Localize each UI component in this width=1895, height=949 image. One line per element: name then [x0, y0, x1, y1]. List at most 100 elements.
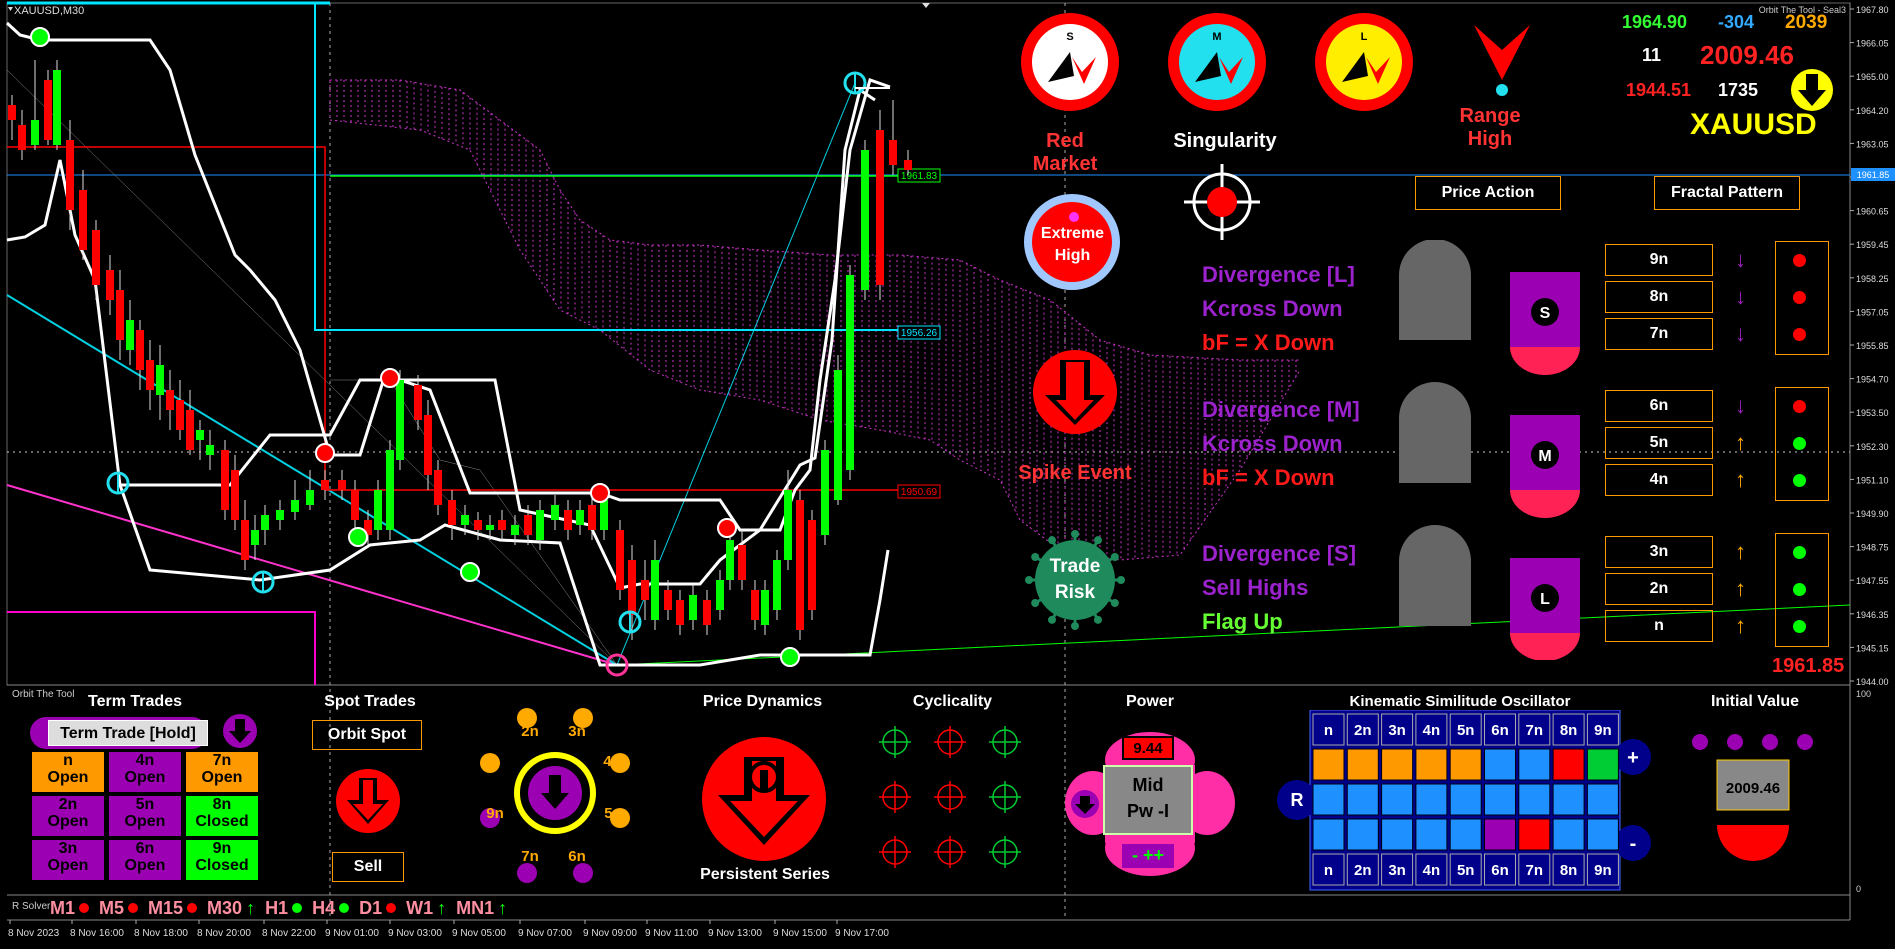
kso-header: 5n: [1457, 722, 1475, 739]
svg-text:6n: 6n: [568, 848, 586, 865]
big-price-label: 1961.85: [1772, 655, 1845, 677]
timeframe-w1[interactable]: W1 ↑: [406, 898, 446, 919]
candle-body: [276, 510, 284, 520]
kso-cell: [1449, 748, 1482, 781]
kso-header: 6n: [1491, 722, 1509, 739]
arrow-down-icon: ↓: [1735, 321, 1746, 346]
candle-body: [861, 150, 869, 290]
arrow-down-icon: ↓: [1735, 284, 1746, 309]
candle-body: [486, 525, 494, 530]
cyclicality-title: Cyclicality: [912, 693, 993, 710]
status-dot-icon: [339, 903, 350, 913]
kso-header: 7n: [1526, 862, 1544, 879]
candle-body: [374, 490, 382, 530]
price-action-button[interactable]: Price Action: [1415, 176, 1561, 210]
candle-body: [628, 560, 636, 615]
signal-dot: [315, 443, 335, 463]
candle-body: [396, 380, 404, 460]
fractal-row-9n[interactable]: 9n: [1605, 244, 1713, 276]
kso-cell: [1484, 818, 1516, 851]
signal-dot: [780, 647, 800, 667]
term-cell-6n[interactable]: 6n Open: [109, 840, 181, 880]
candle-body: [651, 560, 659, 620]
term-cell-4n[interactable]: 4n Open: [109, 752, 181, 792]
kso-cell: [1449, 818, 1482, 851]
arrow-up-icon: ↑: [1735, 467, 1746, 492]
fractal-row-n[interactable]: n: [1605, 610, 1713, 642]
arrow-down-icon: ↓: [1735, 393, 1746, 418]
term-cell-7n[interactable]: 7n Open: [186, 752, 258, 792]
level-tag-green: 1961.83: [901, 171, 938, 182]
kso-cell: [1312, 783, 1345, 816]
timeframe-m1[interactable]: M1: [50, 898, 90, 919]
price-tick: 1947.55: [1856, 576, 1889, 586]
candle-body: [664, 590, 672, 610]
candle-body: [231, 470, 239, 520]
extreme-high-label: Extreme High: [1040, 225, 1105, 264]
svg-text:-: -: [1630, 833, 1637, 855]
svg-text:+: +: [1627, 747, 1639, 769]
term-trade-hold-button[interactable]: Term Trade [Hold]: [48, 720, 208, 746]
timeframe-bar: M1 M5 M15 M30 ↑ H1 H4 D1 W1 ↑ MN1 ↑: [50, 898, 507, 918]
fractal-row-3n[interactable]: 3n: [1605, 536, 1713, 568]
signal-dot: [30, 27, 50, 47]
fractal-row-8n[interactable]: 8n: [1605, 281, 1713, 313]
symbol-label: XAUUSD: [1690, 108, 1817, 141]
up-arrow-icon: ↑: [498, 897, 508, 918]
fractal-row-7n[interactable]: 7n: [1605, 318, 1713, 350]
timeframe-m15[interactable]: M15: [148, 898, 198, 919]
spike-event-label: Spike Event: [1018, 462, 1132, 484]
timeframe-m30[interactable]: M30 ↑: [207, 898, 255, 919]
timeframe-d1[interactable]: D1: [359, 898, 397, 919]
kso-header: 8n: [1560, 722, 1578, 739]
kso-header: 4n: [1423, 862, 1441, 879]
fractal-pattern-button[interactable]: Fractal Pattern: [1654, 176, 1800, 210]
stat-low: 1944.51: [1626, 80, 1692, 100]
candle-body: [716, 580, 724, 610]
kso-header: 2n: [1354, 862, 1372, 879]
term-cell-5n[interactable]: 5n Open: [109, 796, 181, 836]
candle-body: [808, 520, 816, 610]
time-tick: 9 Nov 15:00: [773, 928, 827, 939]
fractal-row-4n[interactable]: 4n: [1605, 464, 1713, 496]
term-cell-2n[interactable]: 2n Open: [32, 796, 104, 836]
spike-down-icon: [1033, 350, 1117, 434]
candle-body: [761, 590, 769, 625]
candle-body: [536, 510, 544, 540]
candle-body: [206, 445, 214, 455]
term-cell-8n[interactable]: 8n Closed: [186, 796, 258, 836]
price-tick: 1963.05: [1856, 139, 1889, 149]
divergence-group-s: Divergence [S] Sell Highs Flag Up: [1202, 541, 1357, 634]
time-tick: 9 Nov 03:00: [388, 928, 442, 939]
kso-header: 3n: [1388, 862, 1406, 879]
timeframe-m5[interactable]: M5: [99, 898, 139, 919]
kso-cell: [1586, 783, 1619, 816]
trade-risk-label: Trade Risk: [1049, 556, 1101, 603]
stat-points: 1735: [1718, 80, 1759, 100]
kso-header: 9n: [1594, 722, 1612, 739]
time-tick: 8 Nov 16:00: [70, 928, 124, 939]
timeframe-mn1[interactable]: MN1 ↑: [456, 898, 507, 919]
sell-button[interactable]: Sell: [332, 852, 404, 882]
candle-body: [551, 505, 559, 520]
fractal-row-5n[interactable]: 5n: [1605, 427, 1713, 459]
timeframe-h4[interactable]: H4: [312, 898, 350, 919]
term-trade-down-icon[interactable]: [222, 713, 258, 749]
candle-body: [889, 140, 897, 165]
kso-header: 6n: [1491, 862, 1509, 879]
status-dot-icon: [386, 903, 397, 913]
kso-header: 7n: [1526, 722, 1544, 739]
term-cell-3n[interactable]: 3n Open: [32, 840, 104, 880]
term-cell-n[interactable]: n Open: [32, 752, 104, 792]
timeframe-h1[interactable]: H1: [265, 898, 303, 919]
fractal-row-6n[interactable]: 6n: [1605, 390, 1713, 422]
fractal-row-2n[interactable]: 2n: [1605, 573, 1713, 605]
status-dot-icon: [79, 903, 90, 913]
term-cell-9n[interactable]: 9n Closed: [186, 840, 258, 880]
kso-header: 5n: [1457, 862, 1475, 879]
kso-cell: [1346, 783, 1379, 816]
status-dot-icon: [187, 903, 198, 913]
candle-body: [306, 490, 314, 505]
orbit-spot-button[interactable]: Orbit Spot: [312, 720, 422, 750]
candle-body: [116, 290, 124, 340]
